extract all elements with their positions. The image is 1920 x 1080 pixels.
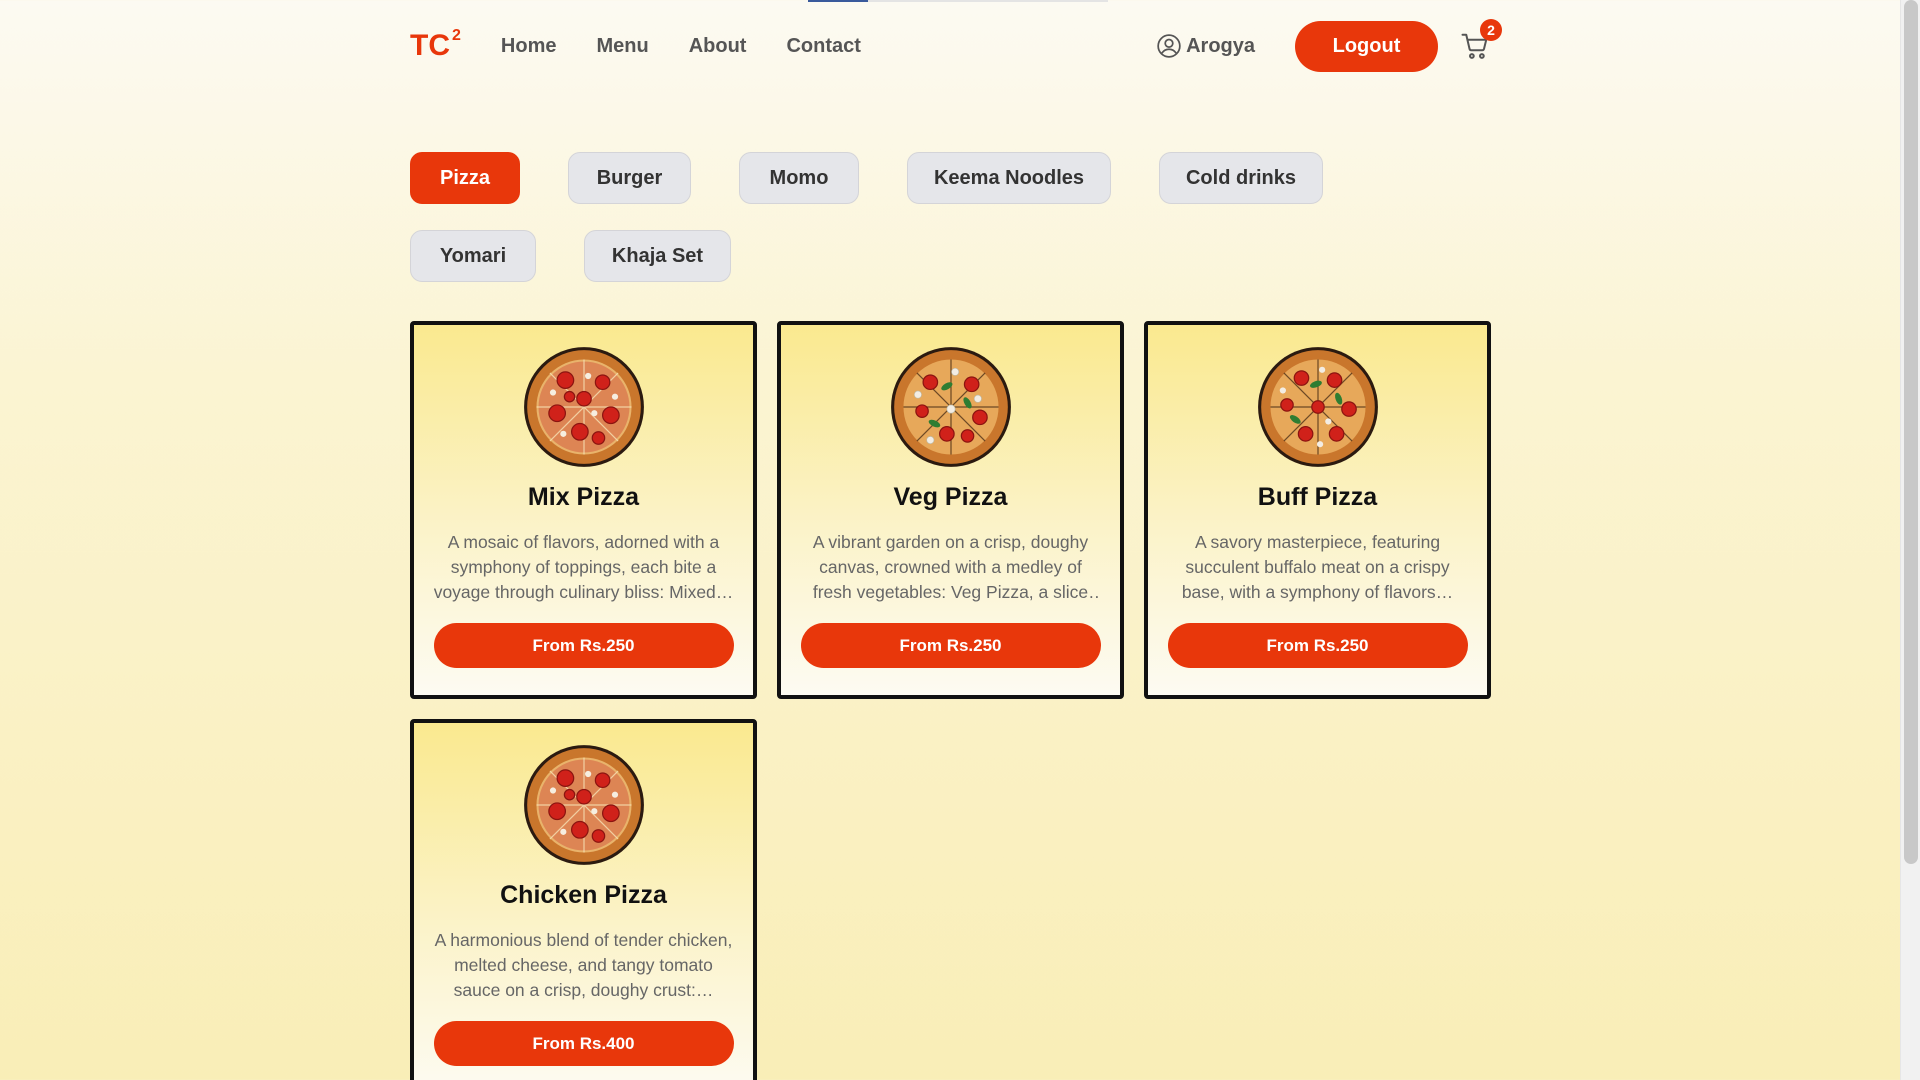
navbar: TC 2 Home Menu About Contact Arogya Logou… (410, 19, 1502, 72)
nav-link-menu[interactable]: Menu (596, 35, 648, 58)
nav-link-contact[interactable]: Contact (786, 35, 860, 58)
product-card[interactable]: Chicken Pizza A harmonious blend of tend… (410, 719, 757, 1080)
nav-link-home[interactable]: Home (501, 35, 557, 58)
pizza-image (523, 745, 644, 865)
cart-button[interactable]: 2 (1460, 19, 1502, 61)
main-nav: Home Menu About Contact (501, 35, 861, 58)
product-description: A vibrant garden on a crisp, doughy canv… (812, 532, 1089, 602)
product-card[interactable]: Mix Pizza A mosaic of flavors, adorned w… (410, 321, 757, 699)
category-khaja-set[interactable]: Khaja Set (584, 230, 731, 282)
logout-button[interactable]: Logout (1295, 20, 1438, 72)
pizza-image (1257, 347, 1378, 467)
product-title: Chicken Pizza (500, 881, 667, 909)
brand-logo[interactable]: TC 2 (410, 27, 461, 63)
category-filters: Pizza Burger Momo Keema Noodles Cold dri… (410, 152, 1492, 282)
user-actions: Arogya Logout 2 (1156, 19, 1502, 72)
user-name: Arogya (1186, 34, 1255, 57)
page-scrollbar[interactable] (1900, 0, 1920, 1080)
category-keema-noodles[interactable]: Keema Noodles (907, 152, 1111, 204)
product-title: Buff Pizza (1257, 483, 1378, 511)
product-card[interactable]: Veg Pizza A vibrant garden on a crisp, d… (777, 321, 1124, 699)
brand-name: TC (410, 29, 450, 62)
product-description: A harmonious blend of tender chicken, me… (434, 930, 733, 1000)
product-title: Veg Pizza (893, 483, 1008, 511)
price-button[interactable]: From Rs.250 (800, 623, 1101, 668)
nav-link-about[interactable]: About (689, 35, 747, 58)
cart-count-badge: 2 (1480, 19, 1502, 41)
product-description: A mosaic of flavors, adorned with a symp… (433, 532, 734, 602)
pizza-image (890, 347, 1011, 467)
category-momo[interactable]: Momo (739, 152, 859, 204)
page-load-progress (808, 0, 1108, 2)
page-load-progress-fill (808, 0, 868, 2)
price-button[interactable]: From Rs.250 (433, 623, 734, 668)
pizza-image (523, 347, 644, 467)
category-yomari[interactable]: Yomari (410, 230, 536, 282)
user-profile[interactable]: Arogya (1156, 33, 1255, 59)
category-burger[interactable]: Burger (568, 152, 691, 204)
price-button[interactable]: From Rs.250 (1167, 623, 1468, 668)
price-button[interactable]: From Rs.400 (433, 1021, 734, 1066)
product-grid: Mix Pizza A mosaic of flavors, adorned w… (410, 321, 1492, 1080)
product-title: Mix Pizza (527, 483, 640, 511)
product-description: A savory masterpiece, featuring succulen… (1181, 532, 1454, 602)
scrollbar-thumb[interactable] (1904, 0, 1918, 864)
category-pizza[interactable]: Pizza (410, 152, 520, 204)
product-card[interactable]: Buff Pizza A savory masterpiece, featuri… (1144, 321, 1491, 699)
brand-superscript: 2 (452, 27, 461, 44)
user-circle-icon (1157, 34, 1181, 58)
category-cold-drinks[interactable]: Cold drinks (1159, 152, 1323, 204)
